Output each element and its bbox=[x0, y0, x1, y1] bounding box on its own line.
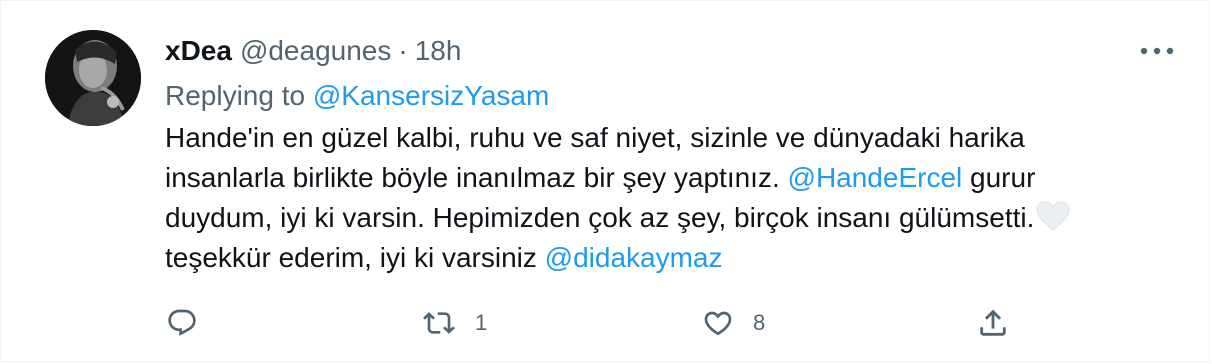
reply-icon bbox=[168, 309, 196, 336]
like-button[interactable]: 8 bbox=[701, 301, 765, 345]
tweet-actions: 1 8 bbox=[1, 301, 1212, 345]
reply-button[interactable] bbox=[165, 301, 199, 345]
tweet-text-segment: gurur bbox=[962, 162, 1036, 193]
share-icon bbox=[980, 309, 1006, 336]
heart-icon bbox=[704, 311, 732, 336]
tweet-card[interactable]: xDea @deagunes · 18h Replying to @Kanser… bbox=[0, 0, 1210, 362]
user-handle[interactable]: @deagunes bbox=[240, 31, 391, 71]
retweet-button[interactable]: 1 bbox=[421, 301, 487, 345]
tweet-text-segment: insanlarla birlikte böyle inanılmaz bir … bbox=[165, 162, 788, 193]
tweet-text-segment: duydum, iyi ki varsin. Hepimizden çok az… bbox=[165, 202, 1035, 233]
tweet-line: insanlarla birlikte böyle inanılmaz bir … bbox=[165, 158, 1165, 198]
tweet-line: teşekkür ederim, iyi ki varsiniz @didaka… bbox=[165, 238, 1165, 278]
avatar-image bbox=[45, 30, 141, 126]
avatar[interactable] bbox=[45, 30, 141, 126]
replying-to: Replying to @KansersizYasam bbox=[165, 76, 549, 116]
retweet-count: 1 bbox=[475, 310, 488, 335]
tweet-header: xDea @deagunes · 18h bbox=[165, 31, 461, 71]
white-heart-icon bbox=[1036, 201, 1070, 242]
more-options-button[interactable] bbox=[1137, 37, 1177, 65]
tweet-text-segment: teşekkür ederim, iyi ki varsiniz bbox=[165, 242, 545, 273]
tweet-text: Hande'in en güzel kalbi, ruhu ve saf niy… bbox=[165, 118, 1165, 278]
reply-mention-link[interactable]: @KansersizYasam bbox=[313, 80, 549, 111]
tweet-text-segment: Hande'in en güzel kalbi, ruhu ve saf niy… bbox=[165, 122, 1025, 153]
separator-dot: · bbox=[398, 35, 408, 66]
mention-link[interactable]: @HandeErcel bbox=[788, 162, 963, 193]
like-count: 8 bbox=[753, 310, 766, 335]
tweet-line: duydum, iyi ki varsin. Hepimizden çok az… bbox=[165, 198, 1165, 238]
display-name[interactable]: xDea bbox=[165, 31, 232, 71]
replying-label: Replying to bbox=[165, 80, 313, 111]
timestamp[interactable]: 18h bbox=[415, 31, 462, 71]
tweet-line: Hande'in en güzel kalbi, ruhu ve saf niy… bbox=[165, 118, 1165, 158]
mention-link[interactable]: @didakaymaz bbox=[545, 242, 723, 273]
retweet-icon bbox=[423, 312, 455, 334]
more-icon bbox=[1140, 47, 1174, 55]
share-button[interactable] bbox=[976, 301, 1010, 345]
